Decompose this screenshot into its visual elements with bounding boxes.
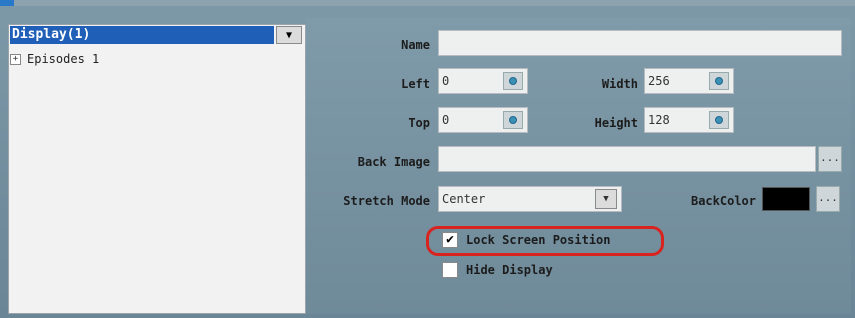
- spin-icon[interactable]: [503, 111, 523, 129]
- width-label: Width: [601, 77, 638, 91]
- display-tree-panel: [8, 24, 306, 314]
- spin-icon[interactable]: [709, 111, 729, 129]
- display-combo[interactable]: Display(1) ▼: [8, 24, 304, 46]
- spin-dot: [715, 116, 723, 124]
- chevron-down-icon[interactable]: ▼: [595, 189, 617, 209]
- height-value: 128: [648, 113, 670, 127]
- chevron-down-icon[interactable]: ▼: [276, 26, 302, 44]
- left-value: 0: [442, 74, 450, 88]
- stretch-mode-label: Stretch Mode: [343, 194, 430, 208]
- top-value: 0: [442, 113, 450, 127]
- tree-item-episodes[interactable]: + Episodes 1: [10, 52, 99, 66]
- backcolor-browse-button[interactable]: ...: [816, 186, 840, 212]
- stretch-mode-value: Center: [442, 192, 486, 206]
- back-image-label: Back Image: [357, 155, 430, 169]
- width-field[interactable]: 256: [644, 68, 734, 94]
- tree-item-label[interactable]: Episodes 1: [27, 52, 99, 66]
- height-field[interactable]: 128: [644, 107, 734, 133]
- top-field[interactable]: 0: [438, 107, 528, 133]
- name-label: Name: [401, 38, 430, 52]
- backcolor-label: BackColor: [690, 194, 756, 208]
- name-field[interactable]: [438, 30, 842, 56]
- back-image-field[interactable]: [438, 146, 816, 172]
- spin-dot: [509, 116, 517, 124]
- window-top-edge: [0, 0, 855, 6]
- spin-icon[interactable]: [709, 72, 729, 90]
- left-field[interactable]: 0: [438, 68, 528, 94]
- spin-dot: [509, 77, 517, 85]
- left-label: Left: [401, 77, 430, 91]
- expand-icon[interactable]: +: [10, 53, 21, 65]
- top-label: Top: [408, 116, 430, 130]
- hide-display-checkbox[interactable]: Hide Display: [442, 262, 553, 278]
- back-image-browse-button[interactable]: ...: [818, 146, 842, 172]
- annotation-highlight: [426, 226, 664, 256]
- spin-dot: [715, 77, 723, 85]
- height-label: Height: [594, 116, 638, 130]
- width-value: 256: [648, 74, 670, 88]
- display-combo-value[interactable]: Display(1): [10, 26, 274, 44]
- spin-icon[interactable]: [503, 72, 523, 90]
- checkbox-empty-icon[interactable]: [442, 262, 458, 278]
- backcolor-swatch[interactable]: [762, 187, 810, 211]
- hide-display-label: Hide Display: [466, 263, 553, 277]
- stretch-mode-select[interactable]: Center ▼: [438, 186, 622, 212]
